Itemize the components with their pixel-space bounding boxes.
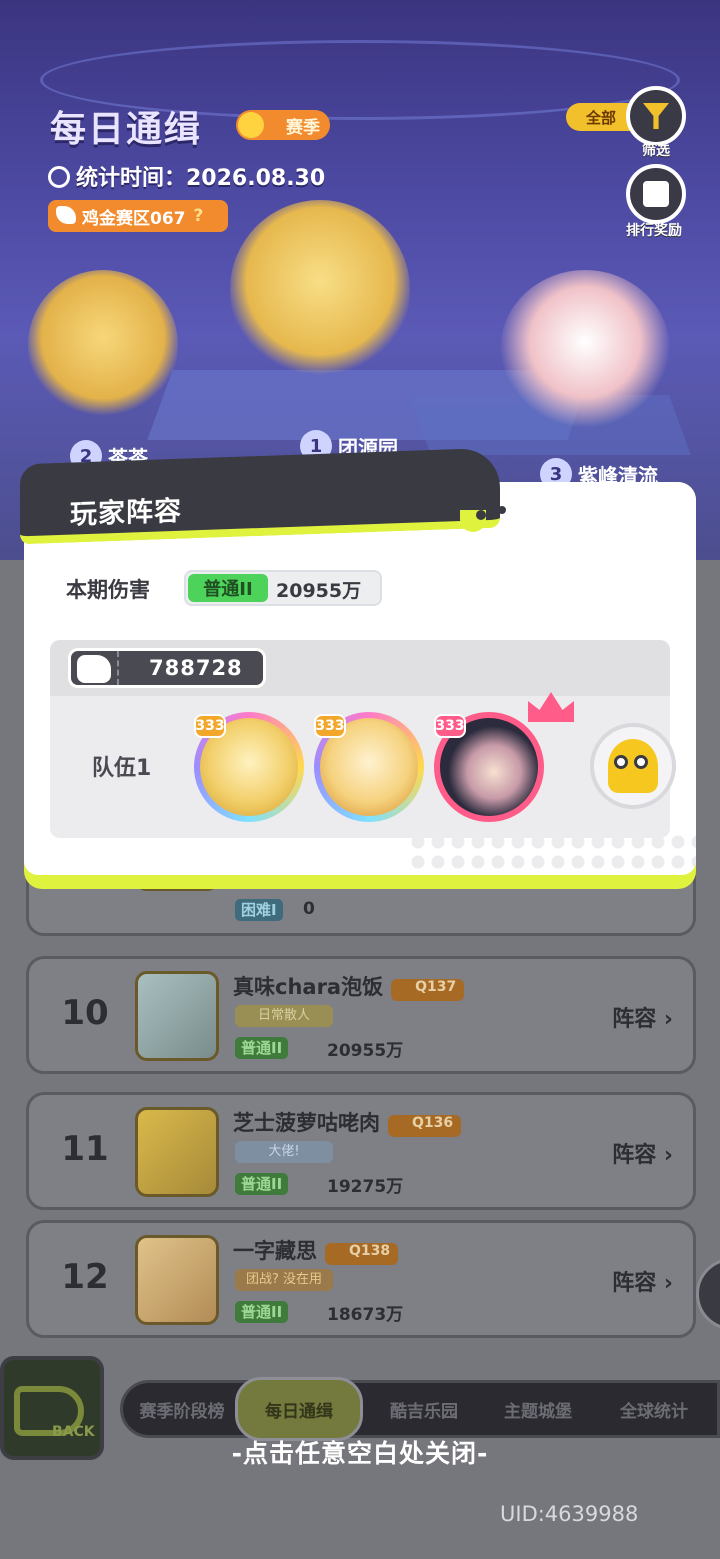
podium-character-2[interactable] xyxy=(28,270,178,420)
podium-character-3[interactable] xyxy=(500,270,670,430)
lineup-button[interactable]: 阵容 › xyxy=(612,1001,673,1033)
hero-avatar[interactable]: 333 xyxy=(194,712,304,822)
rank-reward-label: 排行奖励 xyxy=(626,223,682,239)
player-name-text: 一字藏思 xyxy=(233,1239,317,1263)
mode-tag: 普通II xyxy=(188,574,268,602)
lineup-button-label: 阵容 xyxy=(612,1271,657,1296)
clock-icon xyxy=(48,166,70,188)
eye-icon xyxy=(614,755,628,769)
level-badge: Q137 xyxy=(391,979,465,1001)
mode-tag: 普通II xyxy=(235,1037,289,1059)
player-name-text: 真味chara泡饭 xyxy=(233,975,384,999)
region-badge[interactable]: 鸡金赛区067 ? xyxy=(48,200,228,232)
podium-character-1[interactable] xyxy=(230,200,410,380)
stat-time-label: 统计时间：2026.08.30 xyxy=(76,166,326,191)
table-row[interactable]: 12 一字藏思 Q138 团战? 没在用 普通II 18673万 阵容 › xyxy=(26,1220,696,1338)
lineup-modal-body: 本期伤害 普通II 20955万 788728 队伍1 333 333 333 xyxy=(24,482,696,875)
title-tag: 团战? 没在用 xyxy=(235,1269,333,1291)
hero-avatar[interactable]: 333 xyxy=(314,712,424,822)
rank-number: 10 xyxy=(61,993,109,1033)
tab-kuji-park[interactable]: 酷吉乐园 xyxy=(369,1383,479,1435)
region-label: 鸡金赛区067 xyxy=(82,208,186,229)
damage-value: 18673万 xyxy=(327,1305,404,1325)
power-pill: 788728 xyxy=(68,648,266,688)
uid-label: UID:4639988 xyxy=(500,1502,639,1526)
modal-title: 玩家阵容 xyxy=(70,495,182,531)
player-name: 真味chara泡饭 Q137 xyxy=(233,971,465,1001)
modal-header: 玩家阵容 xyxy=(20,447,500,545)
damage-value: 20955万 xyxy=(276,580,362,602)
tab-theme-castle[interactable]: 主题城堡 xyxy=(483,1383,593,1435)
mode-tag: 普通II xyxy=(235,1173,289,1195)
damage-value: 19275万 xyxy=(327,1177,404,1197)
stat-time: 统计时间：2026.08.30 xyxy=(48,160,325,192)
hero-level-badge: 333 xyxy=(194,714,226,738)
filter-button[interactable] xyxy=(626,86,686,146)
close-hint[interactable]: -点击任意空白处关闭- xyxy=(0,1434,720,1470)
gift-icon xyxy=(643,181,669,207)
title-tag: 日常散人 xyxy=(235,1005,333,1027)
jellyfish-pet-icon xyxy=(608,739,658,793)
decor-dot xyxy=(476,510,486,520)
damage-value: 0 xyxy=(303,899,315,919)
season-badge-label: 赛季 xyxy=(286,117,320,138)
page-title: 每日通缉 xyxy=(50,109,203,150)
avatar[interactable] xyxy=(135,1107,219,1197)
tab-global-stats[interactable]: 全球统计 xyxy=(599,1383,709,1435)
bottom-tab-bar: 赛季阶段榜 每日通缉 酷吉乐园 主题城堡 全球统计 xyxy=(120,1377,720,1441)
rank-number: 12 xyxy=(61,1257,109,1297)
help-icon[interactable]: ? xyxy=(194,206,204,226)
level-badge: Q136 xyxy=(388,1115,462,1137)
table-row[interactable]: 11 芝士菠萝咕咾肉 Q136 大佬! 普通II 19275万 阵容 › xyxy=(26,1092,696,1210)
filter-button-label: 筛选 xyxy=(642,143,670,159)
lineup-button-label: 阵容 xyxy=(612,1007,657,1032)
player-name: 芝士菠萝咕咾肉 Q136 xyxy=(233,1107,462,1137)
season-star-icon xyxy=(238,112,264,138)
table-row[interactable]: 10 真味chara泡饭 Q137 日常散人 普通II 20955万 阵容 › xyxy=(26,956,696,1074)
pet-avatar[interactable] xyxy=(590,723,676,809)
chevron-right-icon: › xyxy=(663,1271,673,1296)
decor-dots xyxy=(408,832,696,872)
player-name: 一字藏思 Q138 xyxy=(233,1235,399,1265)
damage-value: 20955万 xyxy=(327,1041,404,1061)
team-label: 队伍1 xyxy=(92,756,152,781)
season-badge: 赛季 xyxy=(236,110,330,140)
mode-tag: 普通II xyxy=(235,1301,289,1323)
chevron-right-icon: › xyxy=(663,1143,673,1168)
fist-icon xyxy=(77,655,111,683)
crown-icon xyxy=(528,692,574,722)
lineup-button[interactable]: 阵容 › xyxy=(612,1265,673,1297)
damage-label: 本期伤害 xyxy=(66,578,150,602)
rank-number: 11 xyxy=(61,1129,109,1169)
avatar[interactable] xyxy=(135,1235,219,1325)
hero-level-badge: 333 xyxy=(434,714,466,738)
lineup-button[interactable]: 阵容 › xyxy=(612,1137,673,1169)
chevron-right-icon: › xyxy=(663,1007,673,1032)
tab-daily-wanted[interactable]: 每日通缉 xyxy=(235,1377,363,1441)
avatar[interactable] xyxy=(135,971,219,1061)
level-badge: Q138 xyxy=(325,1243,399,1265)
team-card: 788728 队伍1 333 333 333 xyxy=(50,640,676,838)
funnel-icon xyxy=(643,103,669,129)
divider xyxy=(117,651,121,685)
lineup-modal: 本期伤害 普通II 20955万 788728 队伍1 333 333 333 … xyxy=(20,447,696,889)
title-tag: 大佬! xyxy=(235,1141,333,1163)
damage-pill: 普通II 20955万 xyxy=(184,570,382,606)
rank-reward-button[interactable] xyxy=(626,164,686,224)
player-name-text: 芝士菠萝咕咾肉 xyxy=(233,1111,380,1135)
lineup-button-label: 阵容 xyxy=(612,1143,657,1168)
power-value: 788728 xyxy=(149,656,243,680)
decor-dot xyxy=(498,506,506,514)
mode-tag: 困难I xyxy=(235,899,283,921)
tab-season-rank[interactable]: 赛季阶段榜 xyxy=(127,1383,237,1435)
hero-level-badge: 333 xyxy=(314,714,346,738)
wing-icon xyxy=(56,206,76,224)
hero-avatar[interactable]: 333 xyxy=(434,712,544,822)
eye-icon xyxy=(634,755,648,769)
